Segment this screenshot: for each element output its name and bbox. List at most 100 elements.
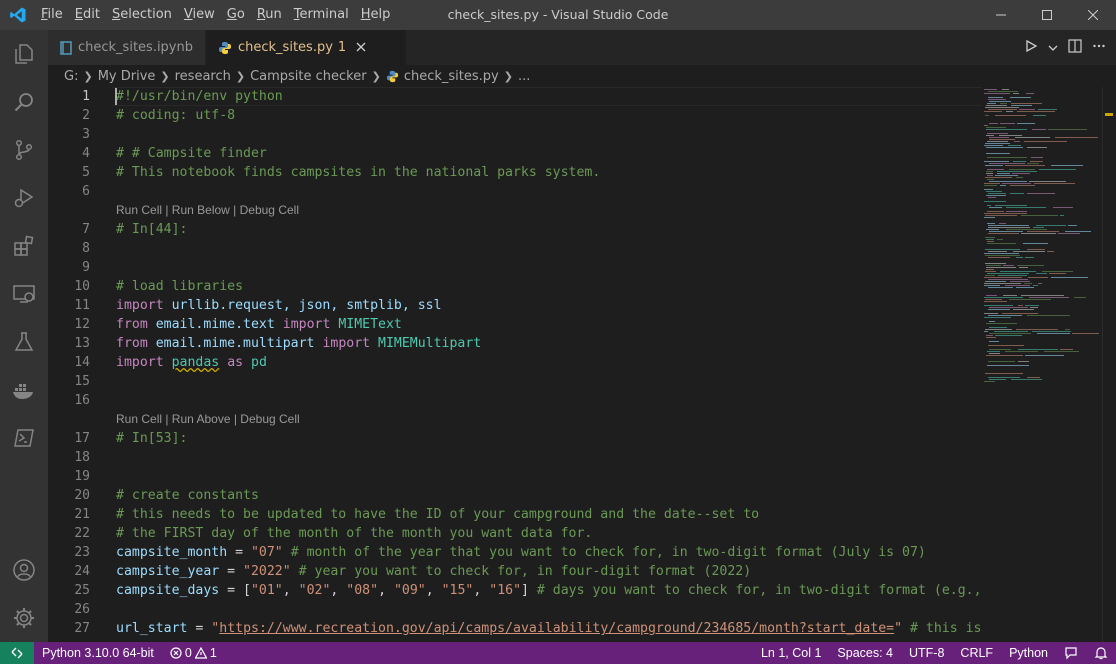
line-number-gutter: 1 2 3 4 5 6 7 8 9 10 11 12 13 14 15 16 1… — [48, 87, 112, 642]
end-of-line-selector[interactable]: CRLF — [952, 642, 1001, 664]
language-mode-selector[interactable]: Python — [1001, 642, 1056, 664]
minimap-code-line — [984, 331, 988, 332]
minimap-code-line — [1017, 123, 1035, 124]
minimap-code-line — [984, 93, 1010, 94]
code-editor[interactable]: 1 2 3 4 5 6 7 8 9 10 11 12 13 14 15 16 1… — [48, 87, 1116, 642]
variable-name: campsite_month — [116, 545, 228, 560]
menu-run[interactable]: Run — [251, 0, 288, 30]
source-control-button[interactable] — [0, 126, 48, 174]
minimap-code-line — [989, 349, 1011, 350]
split-editor-button[interactable] — [1068, 38, 1082, 57]
code-area[interactable]: #!/usr/bin/env python # coding: utf-8 # … — [116, 87, 982, 642]
code-lens-cell-actions[interactable]: Run Cell | Run Below | Debug Cell — [116, 201, 299, 220]
code-line: from email.mime.multipart import MIMEMul… — [116, 334, 481, 353]
keyword: from — [116, 317, 148, 332]
close-window-button[interactable] — [1070, 0, 1116, 30]
minimap-code-line — [1006, 207, 1046, 208]
code-lens-cell-actions[interactable]: Run Cell | Run Above | Debug Cell — [116, 410, 300, 429]
minimap-code-line — [1012, 173, 1030, 174]
minimap[interactable] — [982, 87, 1102, 642]
menu-file[interactable]: File — [35, 0, 69, 30]
line-number: 16 — [74, 393, 90, 408]
status-bar: Python 3.10.0 64-bit 0 1 Ln 1, Col 1 Spa… — [0, 642, 1116, 664]
minimap-code-line — [987, 169, 1004, 170]
notebook-file-icon — [60, 40, 72, 55]
menu-go[interactable]: Go — [221, 0, 251, 30]
minimap-code-line — [1051, 277, 1088, 278]
minimap-code-line — [988, 193, 1006, 194]
minimap-code-line — [986, 269, 994, 270]
minimap-code-line — [984, 185, 997, 186]
minimap-code-line — [1060, 349, 1073, 350]
minimap-code-line — [989, 333, 1031, 334]
minimap-code-line — [988, 377, 1020, 378]
minimap-code-line — [984, 277, 1022, 278]
minimap-code-line — [1038, 109, 1057, 110]
problems-indicator[interactable]: 0 1 — [162, 642, 225, 664]
minimap-code-line — [1038, 283, 1042, 284]
extensions-button[interactable] — [0, 222, 48, 270]
accounts-button[interactable] — [0, 546, 48, 594]
docker-icon — [13, 384, 33, 399]
minimap-code-line — [1002, 89, 1009, 90]
minimap-code-line — [987, 175, 993, 176]
breadcrumb-drive[interactable]: G: — [64, 69, 78, 84]
search-button[interactable] — [0, 78, 48, 126]
minimap-code-line — [999, 135, 1022, 136]
remote-indicator-button[interactable] — [0, 642, 34, 664]
manage-button[interactable] — [0, 594, 48, 642]
string-literal: "15" — [441, 583, 474, 598]
string-literal: "08" — [346, 583, 379, 598]
minimap-code-line — [1018, 305, 1023, 306]
run-options-dropdown[interactable] — [1048, 38, 1058, 57]
python-interpreter-selector[interactable]: Python 3.10.0 64-bit — [34, 642, 162, 664]
cursor-position[interactable]: Ln 1, Col 1 — [753, 642, 829, 664]
remote-icon — [11, 647, 23, 659]
minimap-code-line — [985, 249, 1020, 250]
minimap-code-line — [1009, 169, 1035, 170]
testing-button[interactable] — [0, 318, 48, 366]
minimap-code-line — [1049, 273, 1066, 274]
close-tab-button[interactable] — [356, 40, 366, 56]
code-line: from email.mime.text import MIMEText — [116, 315, 402, 334]
minimap-code-line — [986, 295, 997, 296]
ellipsis-icon — [1093, 44, 1105, 48]
menu-edit[interactable]: Edit — [69, 0, 106, 30]
docker-button[interactable] — [0, 366, 48, 414]
remote-explorer-button[interactable] — [0, 270, 48, 318]
run-debug-button[interactable] — [0, 174, 48, 222]
breadcrumb-symbols[interactable]: ... — [518, 69, 530, 84]
feedback-button[interactable] — [1056, 642, 1086, 664]
breadcrumb-file[interactable]: check_sites.py — [404, 69, 499, 84]
notifications-button[interactable] — [1086, 642, 1116, 664]
powershell-button[interactable] — [0, 414, 48, 462]
remote-explorer-icon — [13, 285, 35, 303]
chevron-right-icon: ❯ — [160, 69, 170, 83]
minimap-code-line — [984, 125, 988, 126]
account-icon — [13, 559, 35, 581]
url-link[interactable]: https://www.recreation.gov/api/camps/ava… — [219, 621, 894, 636]
menu-terminal[interactable]: Terminal — [288, 0, 355, 30]
minimap-code-line — [984, 89, 997, 90]
encoding-selector[interactable]: UTF-8 — [901, 642, 952, 664]
menu-help[interactable]: Help — [355, 0, 397, 30]
tab-check-sites-ipynb[interactable]: check_sites.ipynb — [48, 30, 206, 65]
breadcrumb-research[interactable]: research — [175, 69, 231, 84]
explorer-button[interactable] — [0, 30, 48, 78]
tab-check-sites-py[interactable]: check_sites.py 1 — [206, 30, 406, 65]
line-number: 22 — [74, 526, 90, 541]
menu-selection[interactable]: Selection — [106, 0, 178, 30]
more-actions-button[interactable] — [1092, 38, 1106, 57]
close-icon — [1088, 10, 1098, 20]
maximize-button[interactable] — [1024, 0, 1070, 30]
menu-view[interactable]: View — [178, 0, 221, 30]
breadcrumb-campsite-checker[interactable]: Campsite checker — [250, 69, 367, 84]
minimap-code-line — [1005, 351, 1038, 352]
run-python-file-button[interactable] — [1024, 38, 1038, 57]
breadcrumb-my-drive[interactable]: My Drive — [98, 69, 156, 84]
vertical-scrollbar[interactable] — [1102, 87, 1116, 642]
minimap-code-line — [986, 147, 1023, 148]
indentation-selector[interactable]: Spaces: 4 — [829, 642, 901, 664]
minimize-button[interactable] — [978, 0, 1024, 30]
minimap-code-line — [997, 171, 1037, 172]
